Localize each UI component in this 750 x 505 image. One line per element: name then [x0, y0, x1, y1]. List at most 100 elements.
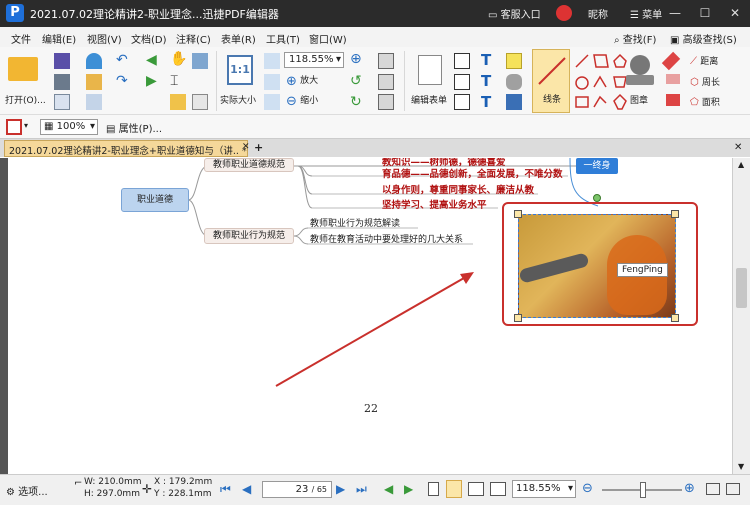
redo-icon[interactable]: ↷: [116, 73, 128, 89]
distance-button[interactable]: ⟋ 距离: [690, 54, 718, 67]
note-icon[interactable]: [506, 53, 522, 69]
resize-handle-tr[interactable]: [671, 210, 679, 218]
stamp-button[interactable]: 图章: [622, 53, 658, 111]
fit-width-icon[interactable]: [264, 74, 280, 90]
actual-size-button[interactable]: 1:1 实际大小: [220, 53, 262, 111]
next-page-button[interactable]: ▶: [336, 482, 345, 496]
zoom-in-button[interactable]: ⊕ 放大: [286, 74, 318, 89]
find-button[interactable]: ⌕ 查找(F): [614, 31, 656, 46]
status-zoom-out-icon[interactable]: ⊖: [582, 481, 593, 496]
folder-up-icon[interactable]: [86, 74, 102, 90]
close-doc-button[interactable]: ✕: [734, 142, 742, 153]
resize-handle-tl[interactable]: [514, 210, 522, 218]
rotate-left-icon[interactable]: ↺: [350, 73, 362, 89]
typewriter-icon[interactable]: T: [481, 51, 491, 69]
embedded-photo[interactable]: FengPing: [518, 214, 676, 318]
status-zoom-in-icon[interactable]: ⊕: [684, 481, 695, 496]
checkbox-field-icon[interactable]: [454, 74, 470, 90]
cloud-icon[interactable]: [86, 53, 102, 69]
page-icon[interactable]: [54, 94, 70, 110]
open-button[interactable]: 打开(O)...: [4, 53, 46, 111]
sound-icon[interactable]: [506, 94, 522, 110]
fit-window-icon[interactable]: [726, 483, 740, 495]
hand-icon[interactable]: ✋: [170, 51, 187, 67]
first-page-button[interactable]: ⏮: [220, 482, 231, 497]
scroll-up-icon[interactable]: ▲: [738, 160, 744, 169]
select-cursor-icon[interactable]: ⌶: [170, 73, 178, 89]
opacity-select[interactable]: ▦ 100% ▾: [40, 119, 98, 135]
print-icon[interactable]: [54, 74, 70, 90]
resize-handle-br[interactable]: [671, 314, 679, 322]
zoom-out-button[interactable]: ⊖ 缩小: [286, 94, 318, 109]
facing-page-icon[interactable]: [468, 482, 484, 496]
zoom-tool-icon[interactable]: ⊕: [350, 51, 362, 67]
text-select-icon[interactable]: [192, 94, 208, 110]
last-page-button[interactable]: ⏭: [356, 482, 367, 497]
single-page-icon[interactable]: [428, 482, 439, 496]
scroll-thumb[interactable]: [736, 268, 747, 308]
radio-field-icon[interactable]: [454, 94, 470, 110]
back-icon[interactable]: ◀: [146, 52, 157, 68]
page-number-field[interactable]: 23 / 65: [262, 481, 332, 498]
menu-document[interactable]: 文档(D): [131, 31, 167, 46]
camera-icon[interactable]: [192, 53, 208, 69]
rotate-handle[interactable]: [593, 194, 601, 202]
pencil-icon[interactable]: [661, 51, 681, 71]
menu-edit[interactable]: 编辑(E): [42, 31, 76, 46]
minimize-button[interactable]: —: [660, 0, 690, 27]
rotate-right-icon[interactable]: ↻: [350, 94, 362, 110]
forward-view-button[interactable]: ▶: [404, 482, 413, 496]
line-tool-button[interactable]: 线条: [532, 49, 570, 113]
fit-page-icon[interactable]: [264, 53, 280, 69]
new-tab-button[interactable]: +: [254, 141, 263, 154]
document-icon[interactable]: [86, 94, 102, 110]
scroll-down-icon[interactable]: ▼: [738, 462, 744, 471]
continuous-facing-icon[interactable]: [490, 482, 506, 496]
menu-form[interactable]: 表单(R): [221, 31, 256, 46]
properties-button[interactable]: ▤ 属性(P)...: [106, 120, 162, 135]
menu-file[interactable]: 文件: [11, 31, 31, 46]
maximize-button[interactable]: ☐: [690, 0, 720, 27]
stroke-color-swatch[interactable]: [6, 119, 22, 135]
menu-button[interactable]: ☰ 菜单: [630, 6, 662, 21]
eraser-icon[interactable]: [666, 74, 680, 84]
vertical-scrollbar[interactable]: ▲ ▼: [732, 158, 750, 474]
menu-window[interactable]: 窗口(W): [309, 31, 347, 46]
menu-tools[interactable]: 工具(T): [266, 31, 300, 46]
forward-icon[interactable]: ▶: [146, 73, 157, 89]
fullscreen-icon[interactable]: [706, 483, 720, 495]
snapshot-icon[interactable]: [170, 94, 186, 110]
text-field-icon[interactable]: [454, 53, 470, 69]
undo-icon[interactable]: ↶: [116, 52, 128, 68]
options-button[interactable]: ⚙ 选项...: [6, 483, 48, 498]
avatar[interactable]: [556, 5, 572, 21]
zoom-slider-thumb[interactable]: [640, 482, 646, 498]
strikethrough-icon[interactable]: T: [481, 72, 491, 90]
zoom-select[interactable]: 118.55% ▾: [284, 52, 344, 68]
insert-page-icon[interactable]: [378, 53, 394, 69]
chevron-down-icon[interactable]: ▾: [24, 121, 28, 130]
highlight-icon[interactable]: [666, 94, 680, 106]
menu-comment[interactable]: 注释(C): [176, 31, 211, 46]
fit-visible-icon[interactable]: [264, 94, 280, 110]
back-view-button[interactable]: ◀: [384, 482, 393, 496]
image-edit-icon[interactable]: [378, 94, 394, 110]
support-button[interactable]: ▭ 客服入口: [488, 6, 541, 21]
area-button[interactable]: ⬠ 面积: [690, 95, 720, 108]
attachment-icon[interactable]: [506, 74, 522, 90]
prev-page-button[interactable]: ◀: [242, 482, 251, 496]
status-zoom-select[interactable]: 118.55% ▾: [512, 480, 576, 498]
save-icon[interactable]: [54, 53, 70, 69]
close-tab-icon[interactable]: ✕: [242, 142, 250, 152]
resize-handle-bl[interactable]: [514, 314, 522, 322]
menu-view[interactable]: 视图(V): [87, 31, 122, 46]
advanced-find-button[interactable]: ▣ 高级查找(S): [670, 31, 737, 46]
continuous-page-icon[interactable]: [446, 480, 462, 498]
close-window-button[interactable]: ✕: [720, 0, 750, 27]
arrow-annotation[interactable]: [275, 277, 465, 387]
underline-icon[interactable]: T: [481, 93, 491, 111]
nickname-link[interactable]: 昵称: [588, 6, 608, 21]
document-tab[interactable]: 2021.07.02理论精讲2-职业理念+职业道德知与（讲.. *: [4, 140, 248, 157]
perimeter-button[interactable]: ⬡ 周长: [690, 75, 720, 88]
edit-form-button[interactable]: 编辑表单: [408, 53, 452, 111]
